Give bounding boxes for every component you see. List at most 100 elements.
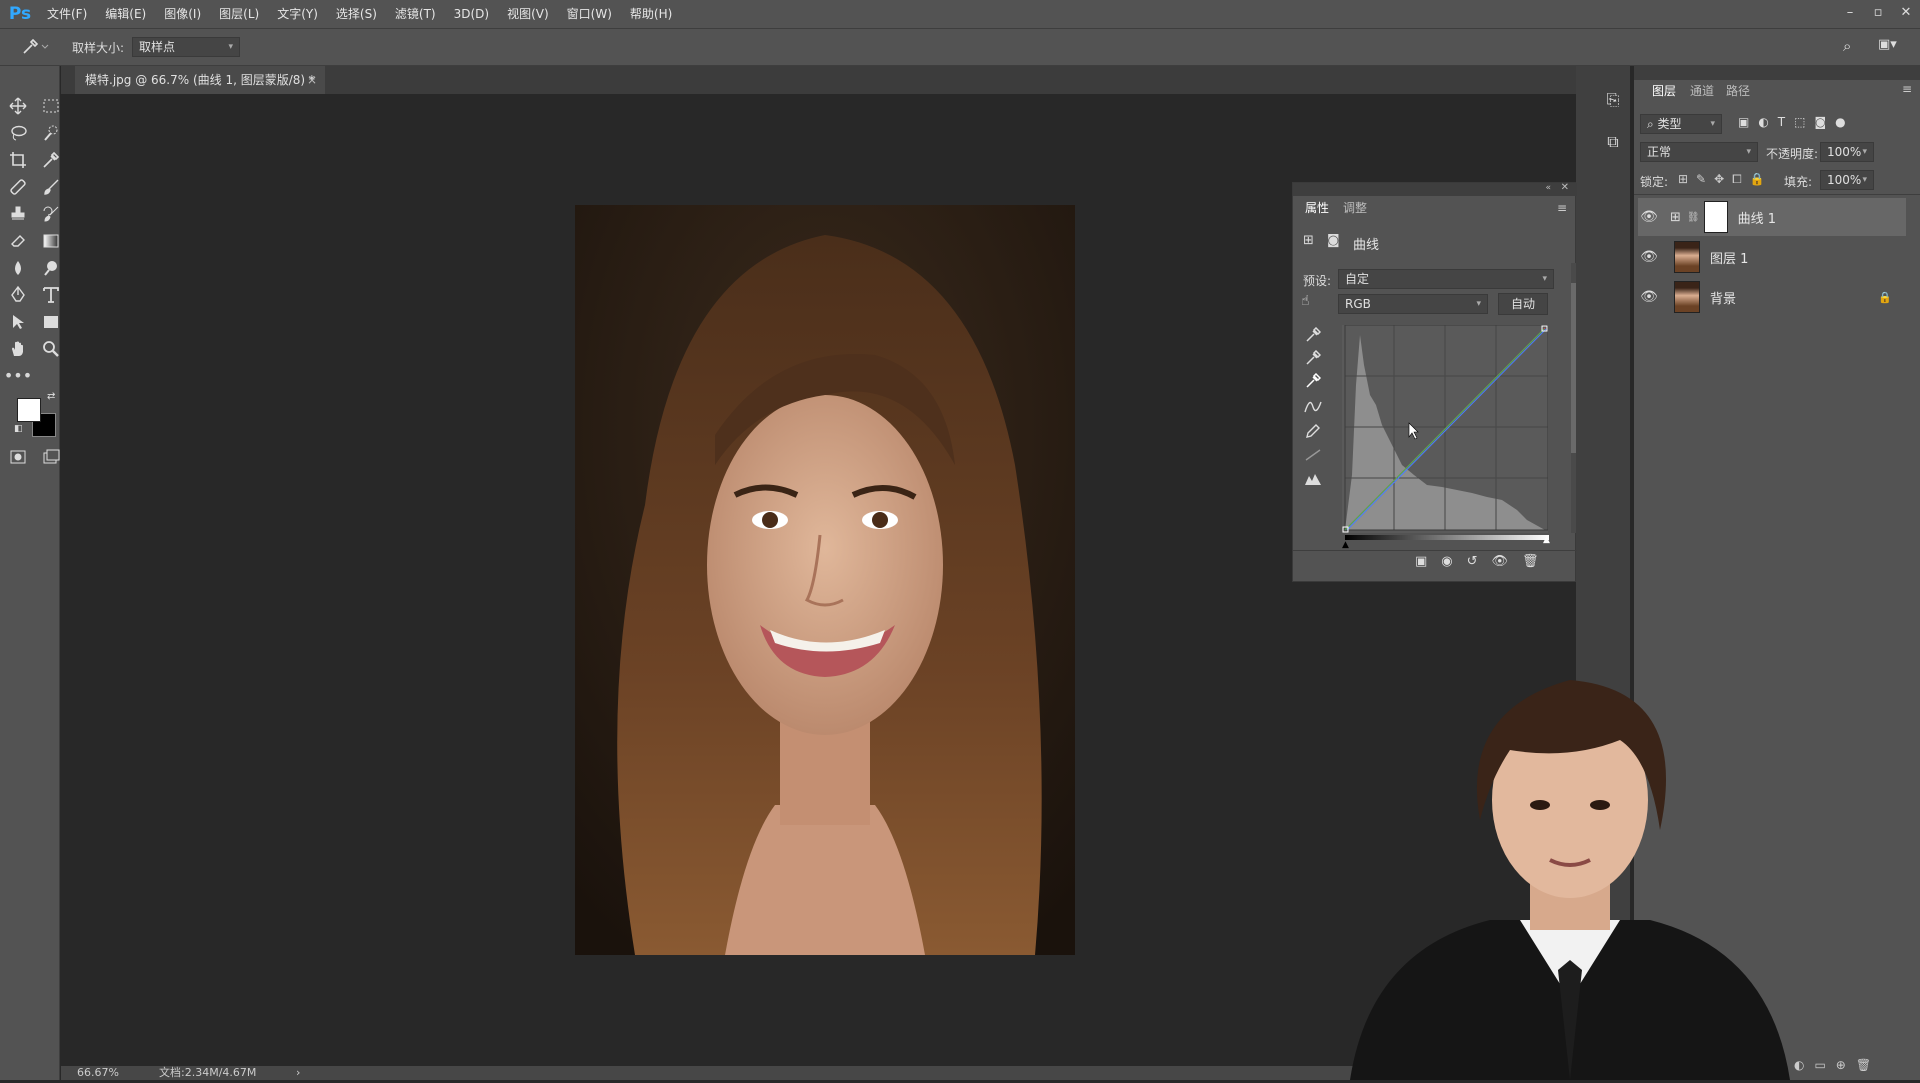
close-icon[interactable]: ✕: [1561, 182, 1569, 193]
panel-header: [1293, 183, 1577, 196]
mask-icon[interactable]: ◙: [1327, 233, 1340, 248]
layer-filter-icons[interactable]: ▣◐T⬚◙●: [1738, 115, 1855, 129]
chevron-down-icon: ▾: [1476, 299, 1481, 309]
sample-size-label: 取样大小:: [72, 41, 125, 55]
channel-value: RGB: [1345, 297, 1371, 311]
visibility-eye-icon[interactable]: 👁: [1638, 249, 1660, 265]
link-icon[interactable]: ⛓: [1687, 212, 1700, 223]
panel-menu-icon[interactable]: ≡: [1557, 201, 1567, 215]
sample-size-select[interactable]: 取样点 ▾: [132, 37, 240, 57]
sample-white-eyedropper-icon[interactable]: [1303, 371, 1323, 391]
tools-panel: ••• ⇄ ◧: [0, 66, 60, 1080]
layer-filter-select[interactable]: ⌕ 类型 ▾: [1640, 114, 1722, 134]
foreground-color-swatch-top[interactable]: [17, 398, 41, 422]
preset-select[interactable]: 自定 ▾: [1338, 269, 1554, 289]
chevron-down-icon: ▾: [1746, 147, 1751, 157]
curves-graph[interactable]: [1342, 324, 1549, 533]
layer-row[interactable]: 👁 背景 🔒: [1638, 278, 1906, 316]
visibility-eye-icon[interactable]: 👁: [1638, 209, 1660, 225]
menu-item-8[interactable]: 视图(V): [498, 0, 558, 28]
sample-gray-eyedropper-icon[interactable]: [1303, 348, 1323, 368]
layers-tab-2[interactable]: 路径: [1718, 80, 1758, 102]
scrollbar-thumb[interactable]: [1571, 283, 1576, 453]
panel-menu-icon[interactable]: ≡: [1902, 82, 1912, 96]
visibility-eye-icon[interactable]: 👁: [1638, 289, 1660, 305]
menu-item-5[interactable]: 选择(S): [327, 0, 386, 28]
document-title: 模特.jpg @ 66.7% (曲线 1, 图层蒙版/8) *: [85, 73, 315, 87]
channel-select[interactable]: RGB ▾: [1338, 294, 1488, 314]
blend-mode-select[interactable]: 正常 ▾: [1640, 142, 1758, 162]
layer-name[interactable]: 曲线 1: [1738, 208, 1776, 227]
eyedropper-icon[interactable]: [20, 37, 56, 57]
white-point-slider[interactable]: ▲: [1543, 535, 1550, 545]
healing-brush-tool-icon[interactable]: [5, 175, 31, 199]
sample-black-eyedropper-icon[interactable]: [1303, 325, 1323, 345]
pen-tool-icon[interactable]: [5, 283, 31, 307]
black-point-slider[interactable]: ▲: [1342, 540, 1349, 550]
layers-tab-0[interactable]: 图层: [1644, 80, 1684, 102]
lock-icons[interactable]: ⊞✎✥⧠🔒: [1678, 172, 1773, 187]
menu-item-10[interactable]: 帮助(H): [621, 0, 681, 28]
close-tab-icon[interactable]: ×: [307, 66, 317, 94]
layer-name[interactable]: 背景: [1710, 288, 1736, 307]
opacity-input[interactable]: 100% ▾: [1820, 142, 1874, 162]
workspace-icon[interactable]: ▣▾: [1878, 37, 1897, 52]
preset-label: 预设:: [1303, 274, 1332, 288]
default-colors-icon[interactable]: ◧: [14, 424, 23, 434]
photoshop-logo: Ps: [8, 4, 32, 24]
layer-row[interactable]: 👁 图层 1: [1638, 238, 1906, 276]
layer-row[interactable]: 👁 ⊞ ⛓ 曲线 1: [1638, 198, 1906, 236]
hand-tool-icon[interactable]: [5, 337, 31, 361]
more-tools-icon[interactable]: •••: [4, 364, 32, 388]
move-tool-icon[interactable]: [5, 94, 31, 118]
zoom-level[interactable]: 66.67%: [77, 1066, 119, 1080]
close-button[interactable]: ✕: [1892, 0, 1920, 28]
menu-item-9[interactable]: 窗口(W): [558, 0, 621, 28]
path-select-tool-icon[interactable]: [5, 310, 31, 334]
fill-input[interactable]: 100% ▾: [1820, 170, 1874, 190]
input-gradient-bar: [1345, 535, 1549, 540]
quick-mask-icon[interactable]: [5, 445, 31, 469]
menu-item-3[interactable]: 图层(L): [210, 0, 268, 28]
menu-item-4[interactable]: 文字(Y): [268, 0, 327, 28]
properties-tab-1[interactable]: 调整: [1335, 197, 1375, 219]
curve-points-icon[interactable]: [1303, 397, 1323, 417]
swap-colors-icon[interactable]: ⇄: [47, 391, 55, 402]
menu-item-6[interactable]: 滤镜(T): [386, 0, 445, 28]
crop-tool-icon[interactable]: [5, 148, 31, 172]
clipping-warning-icon[interactable]: [1303, 469, 1323, 489]
layer-mask-thumbnail[interactable]: [1703, 201, 1728, 233]
menu-item-7[interactable]: 3D(D): [445, 0, 498, 28]
properties-panel: « ✕ 属性 调整 ≡ ⊞ ◙ 曲线 预设: 自定 ▾ ☝ RGB ▾ 自动 ▲…: [1292, 182, 1577, 582]
blur-tool-icon[interactable]: [5, 256, 31, 280]
layer-name[interactable]: 图层 1: [1710, 248, 1748, 267]
document-tab[interactable]: 模特.jpg @ 66.7% (曲线 1, 图层蒙版/8) * ×: [75, 66, 325, 94]
properties-tab-0[interactable]: 属性: [1297, 197, 1337, 219]
search-icon[interactable]: ⌕: [1843, 37, 1851, 55]
smooth-curve-icon[interactable]: [1303, 445, 1323, 465]
curves-adjust-icon: ⊞: [1303, 233, 1314, 248]
layers-tab-1[interactable]: 通道: [1682, 80, 1722, 102]
chevron-down-icon: ▾: [1542, 274, 1547, 284]
layer-thumbnail[interactable]: [1674, 241, 1700, 273]
eraser-tool-icon[interactable]: [5, 229, 31, 253]
auto-button[interactable]: 自动: [1498, 293, 1548, 315]
properties-footer-actions[interactable]: ▣◉↺👁🗑: [1415, 554, 1553, 569]
restore-button[interactable]: ▫: [1864, 0, 1892, 28]
properties-panel-icon[interactable]: ⧉: [1599, 128, 1627, 156]
menu-item-0[interactable]: 文件(F): [38, 0, 96, 28]
collapse-icon[interactable]: «: [1545, 183, 1551, 193]
layer-thumbnail[interactable]: [1674, 281, 1700, 313]
options-bar: 取样大小: 取样点 ▾ ⌕ ▣▾: [0, 28, 1920, 66]
menu-item-2[interactable]: 图像(I): [155, 0, 210, 28]
target-adjust-icon[interactable]: ☝: [1301, 293, 1310, 309]
clone-stamp-tool-icon[interactable]: [5, 202, 31, 226]
status-menu-arrow[interactable]: ›: [296, 1066, 300, 1080]
curves-adjustment-icon: ⊞: [1670, 209, 1681, 225]
document-image[interactable]: [575, 205, 1075, 955]
pencil-draw-icon[interactable]: [1303, 421, 1323, 441]
minimize-button[interactable]: –: [1836, 0, 1864, 28]
lasso-tool-icon[interactable]: [5, 121, 31, 145]
menu-item-1[interactable]: 编辑(E): [96, 0, 155, 28]
history-panel-icon[interactable]: ⎘: [1599, 86, 1627, 114]
